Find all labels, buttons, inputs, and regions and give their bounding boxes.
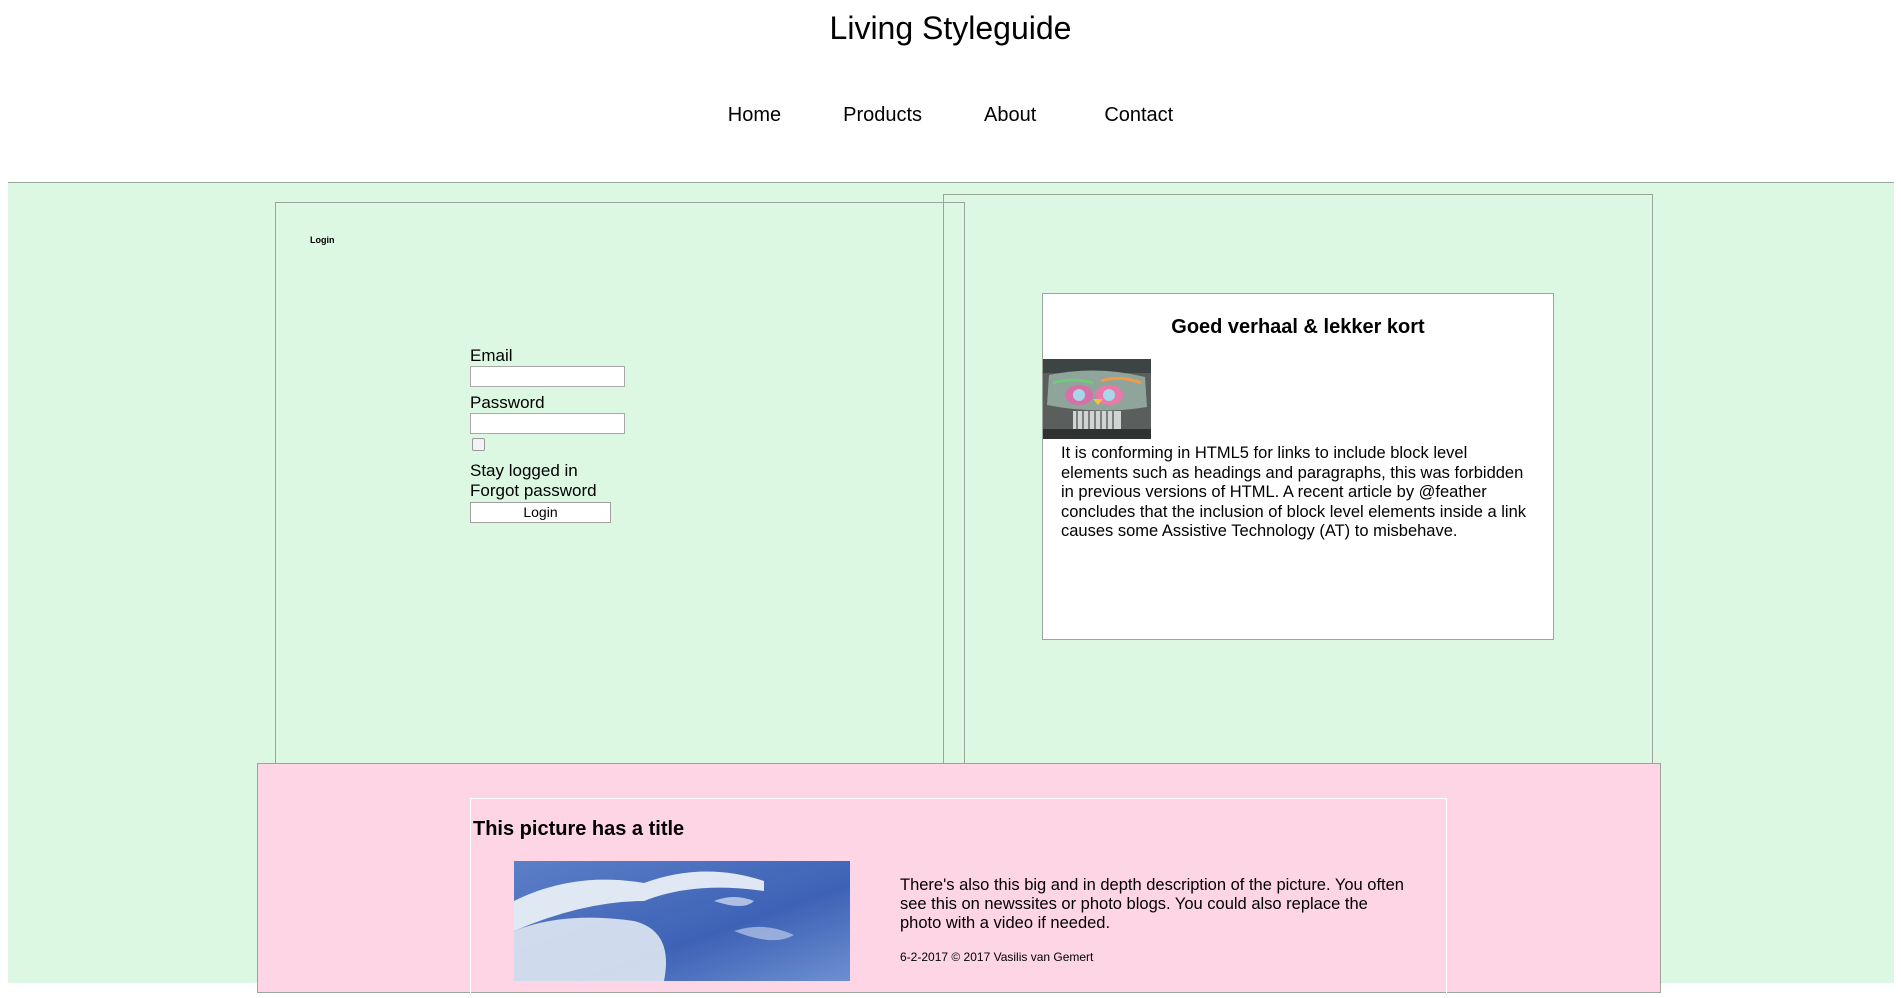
- article-thumbnail-image: [1043, 359, 1151, 439]
- figure-description: There's also this big and in depth descr…: [900, 876, 1404, 932]
- stay-logged-in-checkbox[interactable]: [472, 438, 485, 451]
- article-title: Goed verhaal & lekker kort: [1171, 316, 1425, 338]
- figure-title: This picture has a title: [473, 818, 685, 840]
- login-form: Email Password Stay logged in Forgot pas…: [470, 346, 625, 523]
- sky-photo: [514, 861, 850, 981]
- password-label: Password: [470, 393, 545, 412]
- login-button[interactable]: Login: [470, 502, 611, 523]
- site-title: Living Styleguide: [829, 10, 1072, 46]
- main-nav: Home Products About Contact: [0, 104, 1901, 127]
- password-field[interactable]: [470, 413, 625, 434]
- nav-contact-link[interactable]: Contact: [1104, 104, 1173, 127]
- email-label: Email: [470, 346, 513, 365]
- stay-logged-in-label: Stay logged in: [470, 461, 578, 480]
- login-legend: Login: [310, 235, 335, 245]
- sky-illustration: [514, 861, 850, 981]
- painted-car-illustration: [1043, 359, 1151, 439]
- forgot-password-link[interactable]: Forgot password: [470, 481, 625, 501]
- article-body: It is conforming in HTML5 for links to i…: [1061, 444, 1527, 540]
- email-field[interactable]: [470, 366, 625, 387]
- nav-home-link[interactable]: Home: [728, 104, 781, 127]
- article-card[interactable]: Goed verhaal & lekker kort It is conform…: [1042, 293, 1554, 640]
- nav-products-link[interactable]: Products: [843, 104, 922, 127]
- nav-about-link[interactable]: About: [984, 104, 1036, 127]
- figure-credit: 6-2-2017 © 2017 Vasilis van Gemert: [900, 950, 1094, 964]
